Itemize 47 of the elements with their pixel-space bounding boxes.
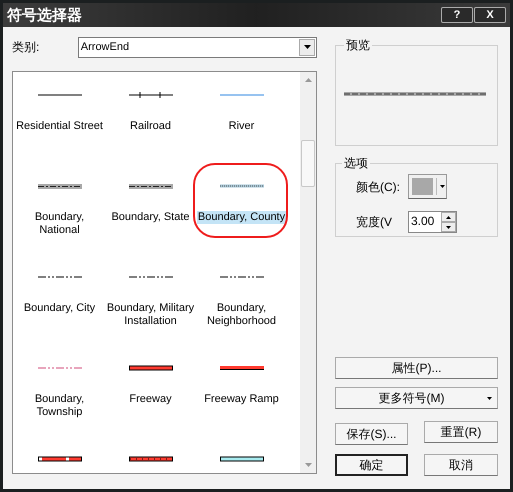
help-button[interactable]: ? — [441, 7, 473, 23]
spin-down-icon[interactable] — [441, 222, 456, 232]
group-title: 选项 — [343, 155, 369, 172]
color-label: 颜色(C): — [356, 178, 401, 196]
symbol-label: Freeway — [128, 393, 173, 406]
symbol-label: Railroad — [129, 120, 172, 133]
dropdown-arrow-icon[interactable] — [440, 185, 445, 188]
symbol-item[interactable]: Boundary, State — [105, 163, 196, 254]
symbol-item[interactable]: Residential Street — [14, 72, 105, 163]
scrollbar[interactable] — [300, 72, 316, 473]
category-label: 类别: — [12, 39, 40, 56]
group-title: 预览 — [345, 37, 371, 54]
symbol-item[interactable]: Boundary, Neighborhood — [196, 254, 287, 345]
symbol-item[interactable]: Boundary, National — [14, 163, 105, 254]
symbol-label: Boundary, County — [196, 211, 286, 224]
window-title: 符号选择器 — [7, 4, 82, 26]
cancel-button[interactable]: 取消 — [424, 454, 498, 476]
symbol-label: Freeway Ramp — [203, 393, 280, 406]
symbol-item[interactable]: Freeway Ramp — [196, 345, 287, 436]
width-spinner[interactable]: 3.00 — [408, 211, 457, 233]
symbol-label: Boundary, State — [110, 211, 191, 224]
symbol-label: Boundary, Neighborhood — [206, 302, 278, 328]
symbol-label: Boundary, Military Installation — [106, 302, 196, 328]
symbol-label: Residential Street — [15, 120, 104, 133]
symbol-item[interactable]: Boundary, Township — [14, 345, 105, 436]
symbol-label: River — [228, 120, 256, 133]
symbol-label: Boundary, Township — [34, 393, 86, 419]
reset-button[interactable]: 重置(R) — [424, 421, 498, 443]
properties-button[interactable]: 属性(P)... — [335, 357, 498, 379]
save-button[interactable]: 保存(S)... — [335, 423, 408, 445]
dropdown-arrow-icon[interactable] — [487, 396, 492, 400]
close-button[interactable]: X — [474, 7, 506, 23]
symbol-label: Boundary, National — [34, 211, 86, 237]
width-label: 宽度(V — [356, 214, 393, 231]
ok-button[interactable]: 确定 — [335, 454, 408, 476]
more-symbols-button[interactable]: 更多符号(M) — [335, 387, 498, 409]
symbol-item[interactable]: Freeway — [105, 345, 196, 436]
symbol-item[interactable]: Railroad — [105, 72, 196, 163]
scroll-thumb[interactable] — [301, 140, 315, 187]
symbol-label: Boundary, City — [22, 302, 96, 315]
symbol-item[interactable]: Boundary, County — [196, 163, 287, 254]
symbol-item[interactable]: Boundary, Military Installation — [105, 254, 196, 345]
color-picker-button[interactable] — [408, 174, 447, 199]
category-dropdown[interactable]: ArrowEnd — [78, 36, 317, 58]
symbol-item[interactable]: River — [196, 72, 287, 163]
spin-up-icon[interactable] — [441, 212, 456, 222]
symbol-item[interactable]: Boundary, City — [14, 254, 105, 345]
